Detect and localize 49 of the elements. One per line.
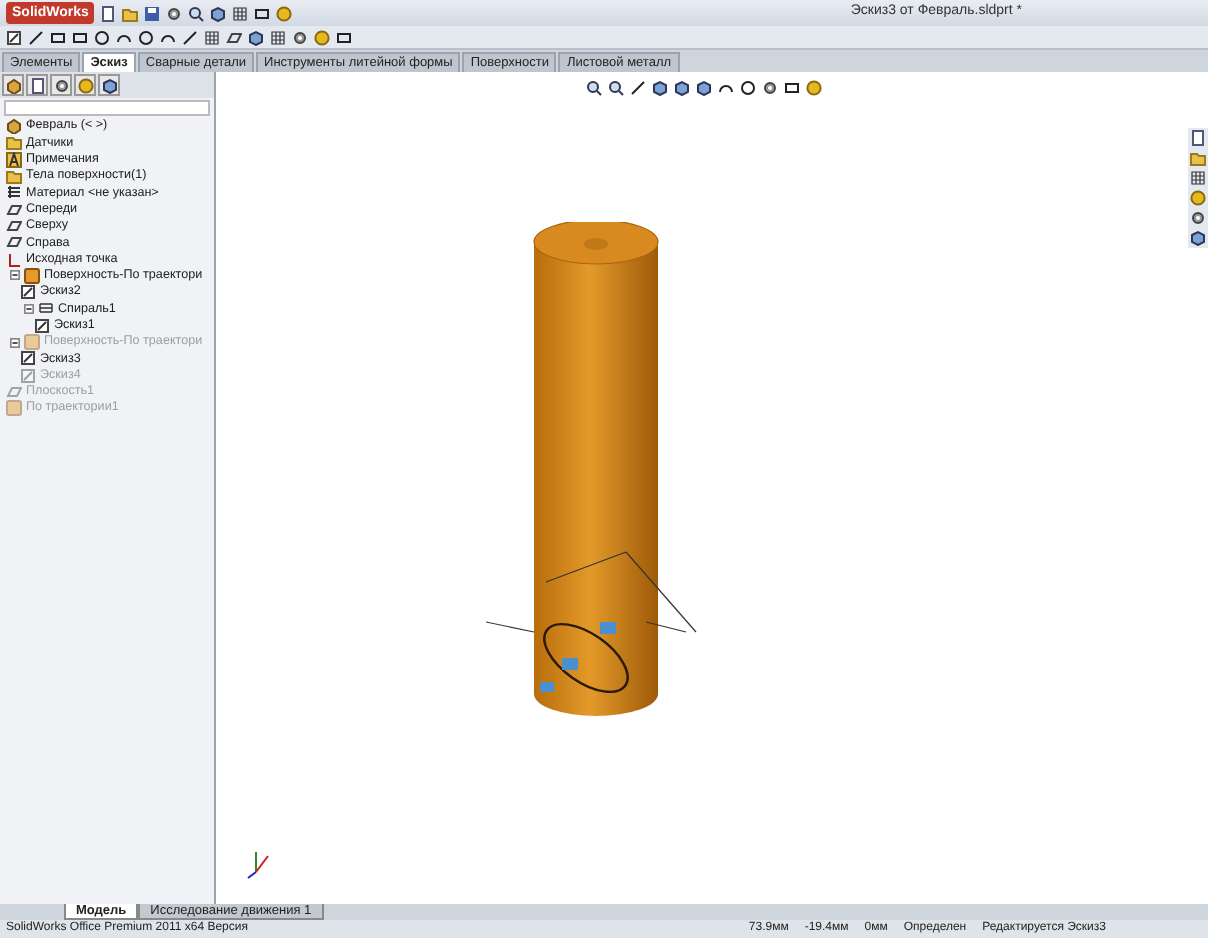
sphere-icon[interactable] xyxy=(806,80,822,96)
panel-tab[interactable] xyxy=(50,74,72,96)
folder-icon[interactable] xyxy=(122,5,139,21)
circle-icon[interactable] xyxy=(740,80,756,96)
filter-field[interactable] xyxy=(4,100,210,116)
feature-icon xyxy=(24,334,40,350)
sketch-icon[interactable] xyxy=(6,29,22,45)
document-icon[interactable] xyxy=(100,5,117,21)
grid-icon[interactable] xyxy=(1190,170,1206,186)
rectangle-icon[interactable] xyxy=(784,80,800,96)
collapse-icon[interactable] xyxy=(24,303,34,314)
collapse-icon[interactable] xyxy=(10,337,20,347)
list-icon xyxy=(6,184,22,201)
zoom-icon[interactable] xyxy=(608,80,624,96)
panel-tab[interactable] xyxy=(98,74,120,96)
line-icon[interactable] xyxy=(630,80,646,96)
axes-icon xyxy=(6,251,22,268)
folder-icon[interactable] xyxy=(1190,150,1206,166)
line-icon[interactable] xyxy=(182,29,198,45)
sphere-icon[interactable] xyxy=(1190,190,1206,206)
letter-a-icon xyxy=(6,151,22,168)
feature-icon xyxy=(24,267,40,284)
document-icon[interactable] xyxy=(1190,130,1206,146)
panel-tab[interactable] xyxy=(26,74,48,96)
zoom-icon[interactable] xyxy=(586,80,602,96)
zoom-icon[interactable] xyxy=(188,5,205,21)
panel-tab[interactable] xyxy=(2,74,24,96)
floppy-icon[interactable] xyxy=(144,5,161,21)
sphere-icon[interactable] xyxy=(276,5,293,21)
helix-icon xyxy=(38,300,54,317)
plane-icon xyxy=(6,383,22,400)
grid-icon[interactable] xyxy=(270,29,286,45)
sketch-icon xyxy=(20,284,36,301)
circle-icon[interactable] xyxy=(94,29,110,45)
feature-icon xyxy=(6,400,22,417)
collapse-icon[interactable] xyxy=(10,270,20,281)
arc-icon[interactable] xyxy=(116,29,132,45)
rectangle-icon[interactable] xyxy=(336,29,352,45)
plane-icon[interactable] xyxy=(226,29,242,45)
sphere-icon[interactable] xyxy=(314,29,330,45)
sketch-icon xyxy=(34,317,50,334)
rectangle-icon[interactable] xyxy=(254,5,271,21)
arc-icon[interactable] xyxy=(718,80,734,96)
circle-icon[interactable] xyxy=(138,29,154,45)
part-icon xyxy=(6,118,22,135)
grid-icon[interactable] xyxy=(232,5,249,21)
arc-icon[interactable] xyxy=(160,29,176,45)
grid-icon[interactable] xyxy=(204,29,220,45)
line-icon[interactable] xyxy=(28,29,44,45)
